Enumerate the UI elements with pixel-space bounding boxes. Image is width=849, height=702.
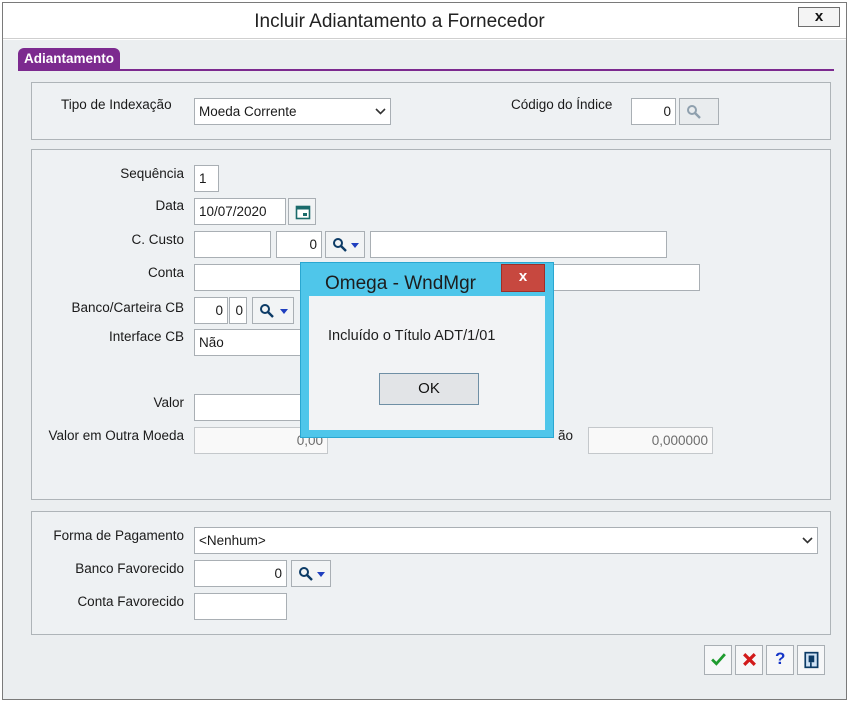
interface-cb-label: Interface CB bbox=[108, 329, 184, 344]
tab-adiantamento[interactable]: Adiantamento bbox=[18, 48, 121, 70]
conta-description bbox=[552, 264, 700, 291]
ccusto-number-input[interactable]: 0 bbox=[276, 231, 322, 258]
window-title: Incluir Adiantamento a Fornecedor bbox=[254, 11, 545, 32]
x-icon bbox=[743, 653, 756, 666]
ok-button[interactable]: OK bbox=[379, 373, 479, 405]
dialog-message: Incluído o Título ADT/1/01 bbox=[328, 328, 496, 344]
forma-pagamento-select[interactable]: <Nenhum> bbox=[194, 527, 818, 554]
magnifier-icon bbox=[299, 567, 313, 581]
sequencia-input[interactable]: 1 bbox=[194, 165, 219, 192]
message-dialog: Omega - WndMgr x Incluído o Título ADT/1… bbox=[300, 262, 554, 438]
indexacao-group: Tipo de Indexação Moeda Corrente Código … bbox=[31, 82, 831, 140]
cancel-button[interactable] bbox=[735, 645, 763, 675]
carteira-input[interactable]: 0 bbox=[229, 297, 247, 324]
magnifier-icon bbox=[687, 105, 701, 119]
help-button[interactable]: ? bbox=[766, 645, 794, 675]
chevron-down-icon bbox=[375, 99, 386, 115]
dialog-body: Incluído o Título ADT/1/01 OK bbox=[309, 296, 545, 430]
dropdown-arrow-icon bbox=[351, 243, 359, 248]
dropdown-arrow-icon bbox=[317, 572, 325, 577]
valor-outra-moeda-label: Valor em Outra Moeda bbox=[48, 428, 184, 443]
forma-pagamento-value: <Nenhum> bbox=[199, 533, 266, 548]
ccusto-code-input[interactable] bbox=[194, 231, 271, 258]
ccusto-search-button[interactable] bbox=[325, 231, 365, 258]
ccusto-description bbox=[370, 231, 667, 258]
exit-door-icon bbox=[804, 651, 819, 669]
cotacao-label: ão bbox=[558, 428, 574, 443]
dropdown-arrow-icon bbox=[280, 309, 288, 314]
banco-favorecido-label: Banco Favorecido bbox=[75, 561, 184, 576]
help-icon: ? bbox=[775, 649, 786, 668]
tab-underline bbox=[18, 69, 834, 71]
confirm-button[interactable] bbox=[704, 645, 732, 675]
codigo-indice-search-button[interactable] bbox=[679, 98, 719, 125]
check-icon bbox=[711, 653, 726, 666]
conta-favorecido-input[interactable] bbox=[194, 593, 287, 620]
cotacao-input[interactable]: 0,000000 bbox=[588, 427, 713, 454]
ccusto-label: C. Custo bbox=[131, 232, 184, 247]
banco-input[interactable]: 0 bbox=[194, 297, 228, 324]
magnifier-icon bbox=[260, 304, 274, 318]
codigo-indice-input[interactable]: 0 bbox=[631, 98, 676, 125]
valor-label: Valor bbox=[153, 395, 184, 410]
dialog-title: Omega - WndMgr bbox=[325, 273, 476, 294]
forma-pagamento-label: Forma de Pagamento bbox=[53, 528, 184, 543]
magnifier-icon bbox=[333, 238, 347, 252]
tipo-indexacao-select[interactable]: Moeda Corrente bbox=[194, 98, 391, 125]
conta-label: Conta bbox=[147, 265, 184, 280]
data-input[interactable]: 10/07/2020 bbox=[194, 198, 286, 225]
title-bar: Incluir Adiantamento a Fornecedor x bbox=[3, 3, 846, 39]
banco-favorecido-search-button[interactable] bbox=[291, 560, 331, 587]
tipo-indexacao-value: Moeda Corrente bbox=[199, 104, 297, 119]
window-close-button[interactable]: x bbox=[798, 7, 840, 27]
exit-button[interactable] bbox=[797, 645, 825, 675]
tipo-indexacao-label: Tipo de Indexação bbox=[61, 97, 172, 112]
sequencia-label: Sequência bbox=[120, 166, 184, 181]
banco-favorecido-input[interactable]: 0 bbox=[194, 560, 287, 587]
calendar-icon bbox=[295, 205, 311, 220]
banco-search-button[interactable] bbox=[252, 297, 294, 324]
calendar-button[interactable] bbox=[288, 198, 316, 225]
conta-favorecido-label: Conta Favorecido bbox=[77, 594, 184, 609]
codigo-indice-label: Código do Índice bbox=[511, 97, 613, 112]
dialog-close-button[interactable]: x bbox=[501, 264, 545, 292]
chevron-down-icon bbox=[802, 528, 813, 544]
banco-carteira-label: Banco/Carteira CB bbox=[71, 300, 184, 315]
pagamento-group: Forma de Pagamento <Nenhum> Banco Favore… bbox=[31, 511, 831, 635]
data-label: Data bbox=[155, 198, 184, 213]
